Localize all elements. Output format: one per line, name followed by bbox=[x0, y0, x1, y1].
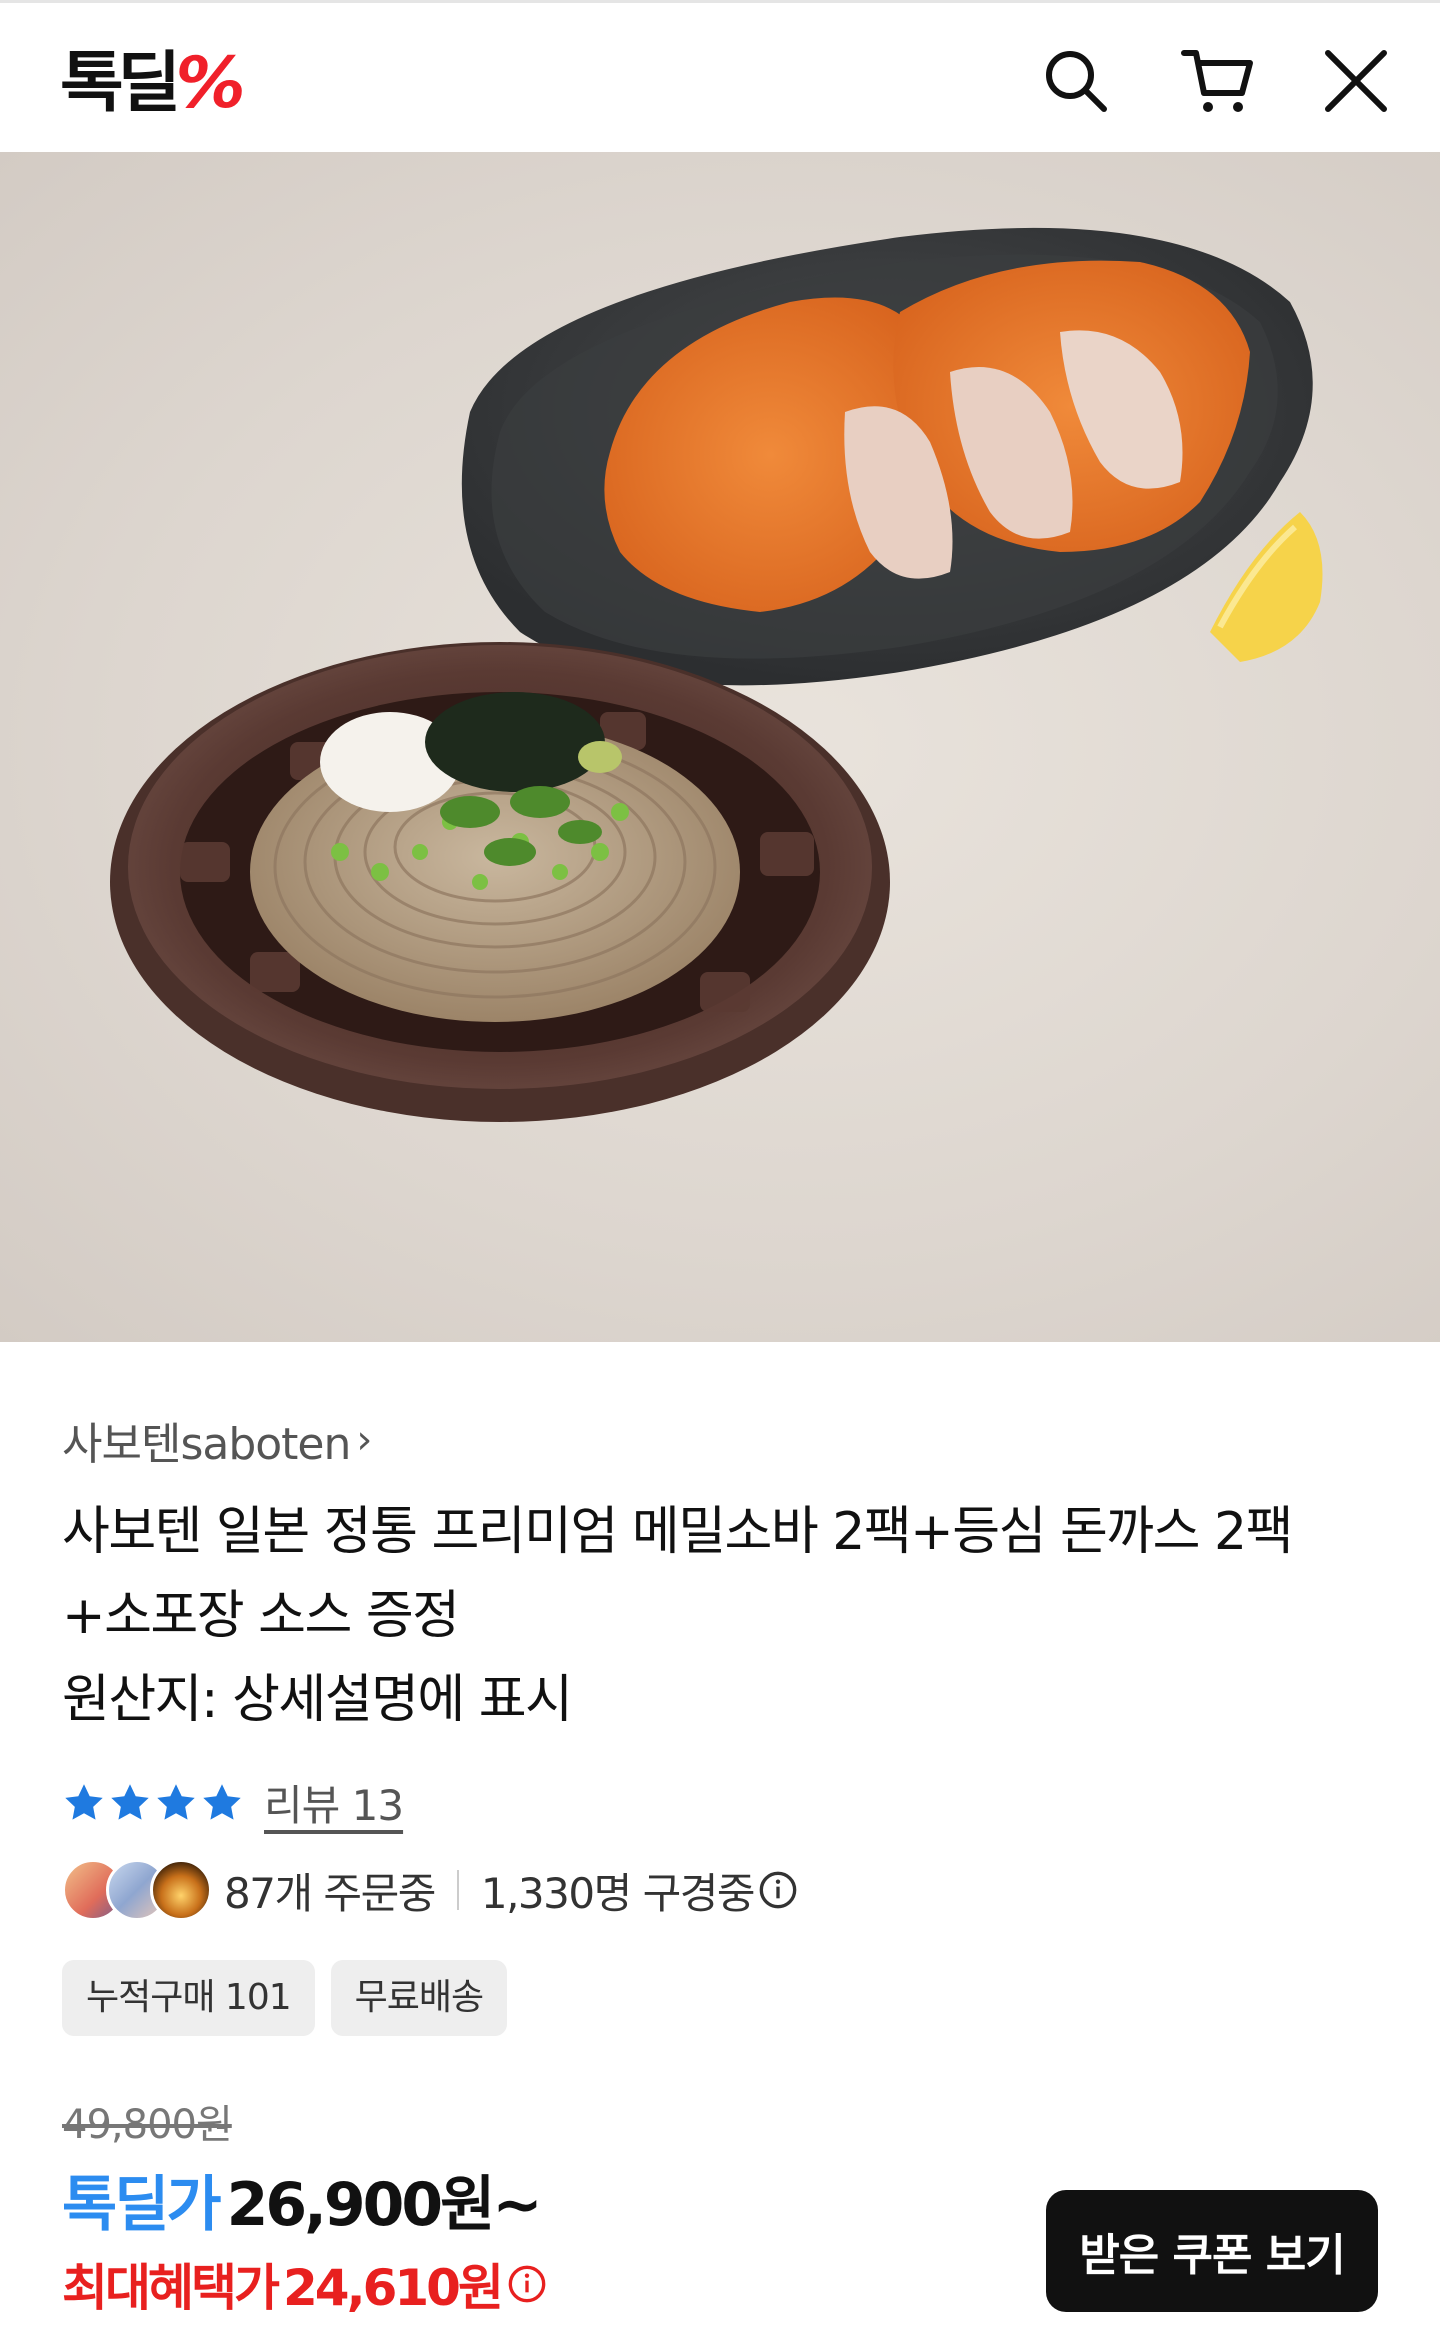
info-icon[interactable] bbox=[507, 2264, 547, 2304]
search-icon[interactable] bbox=[1036, 41, 1116, 121]
info-icon[interactable] bbox=[758, 1870, 798, 1910]
max-benefit-label: 최대혜택가 bbox=[62, 2259, 280, 2317]
avatar bbox=[150, 1859, 212, 1921]
star-icon bbox=[65, 1783, 103, 1820]
origin-info: 원산지: 상세설명에 표시 bbox=[62, 1670, 573, 1730]
brand-link[interactable]: 사보텐saboten › bbox=[62, 1408, 372, 1472]
view-coupons-button[interactable]: 받은 쿠폰 보기 bbox=[1046, 2190, 1378, 2312]
viewers-count: 1,330명 구경중 bbox=[480, 1868, 756, 1918]
orders-count: 87개 주문중 bbox=[224, 1868, 436, 1918]
chip-cumulative-purchases: 누적구매 101 bbox=[62, 1960, 315, 2036]
star-icon bbox=[111, 1783, 149, 1820]
app-header: 톡딜 % bbox=[0, 0, 1440, 152]
deal-price-row: 톡딜가 26,900원~ bbox=[62, 2156, 543, 2243]
chevron-right-icon: › bbox=[356, 1417, 372, 1463]
close-icon[interactable] bbox=[1316, 41, 1396, 121]
logo-text: 톡딜 bbox=[60, 44, 181, 121]
max-benefit-row: 최대혜택가 24,610원 bbox=[62, 2248, 547, 2320]
cart-icon[interactable] bbox=[1178, 41, 1258, 121]
rating-row: 리뷰 13 bbox=[62, 1772, 404, 1833]
divider bbox=[456, 1870, 459, 1910]
star-icon bbox=[203, 1783, 241, 1820]
product-title: 사보텐 일본 정통 프리미엄 메밀소바 2팩+등심 돈까스 2팩 +소포장 소스… bbox=[62, 1502, 1293, 1646]
deal-price: 26,900원~ bbox=[226, 2170, 543, 2240]
tag-chips: 누적구매 101 무료배송 bbox=[62, 1960, 508, 2036]
review-link[interactable]: 리뷰 13 bbox=[264, 1772, 404, 1833]
logo-percent-mark: % bbox=[175, 42, 246, 124]
deal-label: 톡딜가 bbox=[62, 2170, 222, 2240]
max-benefit-price: 24,610원 bbox=[283, 2259, 504, 2317]
brand-name: 사보텐saboten bbox=[62, 1419, 351, 1470]
star-icon bbox=[157, 1783, 195, 1820]
chip-free-shipping: 무료배송 bbox=[330, 1960, 508, 2036]
order-activity-row: 87개 주문중 1,330명 구경중 bbox=[62, 1858, 798, 1922]
todeal-logo[interactable]: 톡딜 % bbox=[60, 43, 246, 123]
original-price: 49,800원 bbox=[62, 2102, 233, 2148]
product-image[interactable] bbox=[0, 152, 1440, 1342]
star-rating bbox=[62, 1781, 244, 1825]
buyer-avatars bbox=[62, 1859, 212, 1921]
